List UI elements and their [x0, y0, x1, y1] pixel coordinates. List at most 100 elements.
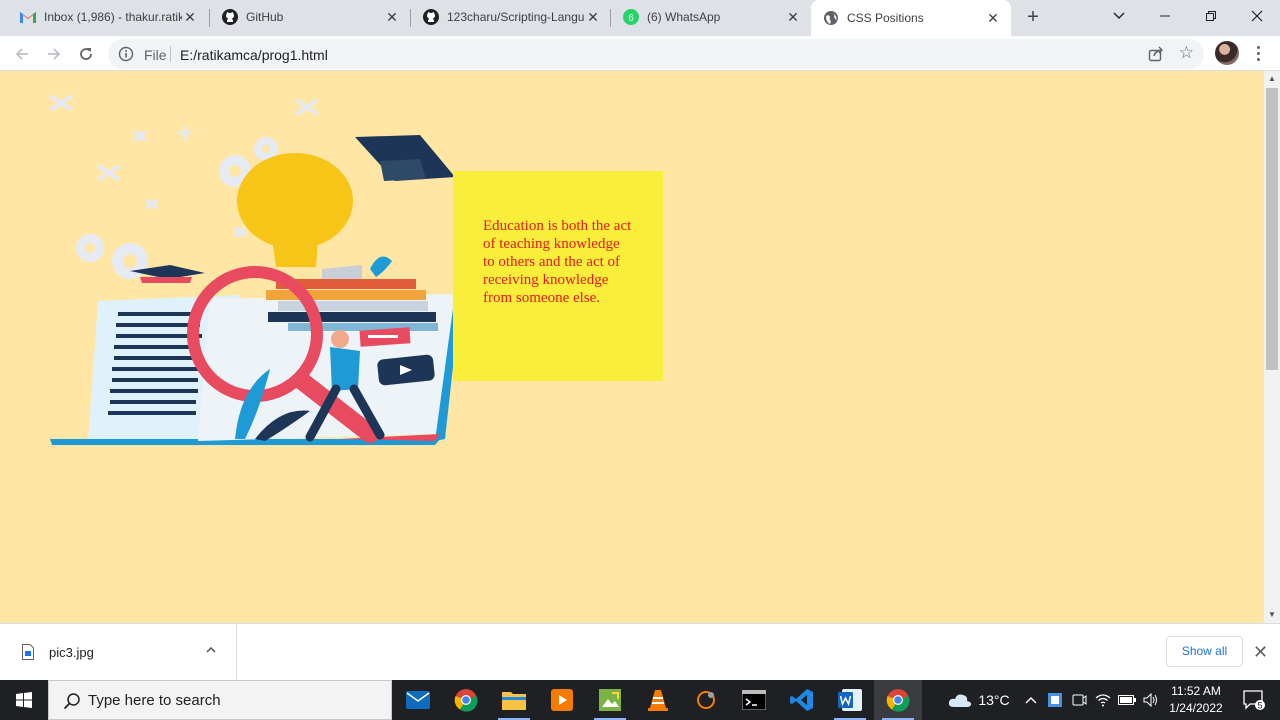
- scroll-up-arrow-icon[interactable]: ▲: [1264, 71, 1280, 87]
- address-bar[interactable]: File E:/ratikamca/prog1.html ☆: [108, 39, 1204, 69]
- vlc-icon: [648, 690, 668, 711]
- vertical-scrollbar[interactable]: ▲ ▼: [1264, 71, 1280, 623]
- search-icon: [63, 692, 81, 713]
- weather-temperature: 13°C: [978, 692, 1010, 708]
- scroll-down-arrow-icon[interactable]: ▼: [1264, 607, 1280, 623]
- taskbar-chrome-active[interactable]: [874, 680, 922, 720]
- download-shelf: pic3.jpg Show all ✕: [0, 623, 1280, 680]
- notification-center-button[interactable]: 5: [1234, 680, 1274, 720]
- reload-icon: [80, 48, 92, 60]
- start-button[interactable]: [0, 680, 48, 720]
- taskbar-gallery[interactable]: [586, 680, 634, 720]
- cloud-icon: [949, 694, 972, 707]
- taskbar-file-explorer[interactable]: [490, 680, 538, 720]
- arrow-right-icon: [48, 48, 61, 60]
- tab-gmail[interactable]: Inbox (1,986) - thakur.ratik ✕: [8, 0, 208, 34]
- search-placeholder: Type here to search: [88, 692, 221, 709]
- meet-icon[interactable]: [1068, 680, 1090, 720]
- tab-whatsapp[interactable]: 6 (6) WhatsApp ✕: [611, 0, 811, 34]
- tab-github[interactable]: GitHub ✕: [210, 0, 410, 34]
- chevron-up-icon[interactable]: [205, 644, 217, 659]
- taskbar-terminal[interactable]: [730, 680, 778, 720]
- close-window-button[interactable]: [1234, 0, 1280, 32]
- taskbar-vscode[interactable]: [778, 680, 826, 720]
- info-icon[interactable]: [118, 46, 134, 65]
- minimize-icon: [1160, 15, 1170, 17]
- close-icon[interactable]: ✕: [585, 9, 601, 25]
- share-icon[interactable]: [1148, 46, 1164, 65]
- vscode-icon: [790, 689, 813, 711]
- windows-icon: [16, 692, 32, 708]
- arrow-left-icon: [15, 48, 28, 60]
- download-item[interactable]: pic3.jpg: [0, 624, 237, 680]
- weather-widget[interactable]: 13°C: [944, 680, 1014, 720]
- notification-count: 5: [1257, 701, 1262, 711]
- tab-search-button[interactable]: [1096, 0, 1142, 32]
- battery-icon[interactable]: [1116, 680, 1138, 720]
- reload-button[interactable]: [72, 40, 100, 68]
- taskbar-mail[interactable]: [394, 680, 442, 720]
- circle-arrow-icon: [697, 691, 715, 709]
- close-icon[interactable]: ✕: [1253, 642, 1268, 662]
- github-icon: [423, 9, 439, 25]
- minimize-button[interactable]: [1142, 0, 1188, 32]
- new-tab-button[interactable]: +: [1021, 6, 1045, 30]
- tab-repository[interactable]: 123charu/Scripting-Langu ✕: [411, 0, 611, 34]
- tab-css-positions[interactable]: CSS Positions ✕: [811, 0, 1011, 36]
- chevron-up-icon[interactable]: [1022, 680, 1040, 720]
- chrome-icon: [454, 689, 478, 712]
- taskbar-clock[interactable]: 11:52 AM 1/24/2022: [1162, 683, 1230, 717]
- scrollbar-thumb[interactable]: [1266, 88, 1278, 370]
- globe-icon: [823, 10, 839, 26]
- back-button[interactable]: [8, 40, 36, 68]
- show-all-button[interactable]: Show all: [1166, 636, 1243, 667]
- taskbar-media-player[interactable]: [538, 680, 586, 720]
- whatsapp-icon: 6: [623, 9, 639, 25]
- browser-toolbar: File E:/ratikamca/prog1.html ☆: [0, 36, 1280, 71]
- taskbar-vlc[interactable]: [634, 680, 682, 720]
- close-icon[interactable]: ✕: [785, 9, 801, 25]
- wifi-icon[interactable]: [1092, 680, 1114, 720]
- word-icon: [838, 689, 862, 711]
- tab-title: CSS Positions: [847, 11, 924, 25]
- profile-avatar[interactable]: [1215, 41, 1239, 65]
- close-icon: [1251, 10, 1263, 22]
- education-illustration: [50, 95, 460, 445]
- media-player-icon: [551, 689, 573, 711]
- bookmark-star-icon[interactable]: ☆: [1179, 44, 1194, 62]
- restore-icon: [1206, 11, 1216, 21]
- file-icon: [22, 644, 34, 663]
- education-paragraph: Education is both the act of teaching kn…: [483, 218, 632, 306]
- text-box: Education is both the act of teaching kn…: [453, 171, 663, 381]
- gmail-icon: [20, 9, 36, 25]
- tab-title: 123charu/Scripting-Langu: [447, 10, 585, 24]
- page-viewport: Education is both the act of teaching kn…: [0, 71, 1264, 623]
- image-editor-icon: [599, 689, 621, 711]
- close-icon[interactable]: ✕: [384, 9, 400, 25]
- chevron-down-icon: [1113, 12, 1125, 19]
- windows-taskbar: Type here to search 13°C 11:52 AM 1/24/2…: [0, 680, 1280, 720]
- browser-menu-button[interactable]: [1250, 43, 1266, 63]
- restore-button[interactable]: [1188, 0, 1234, 32]
- url-text[interactable]: E:/ratikamca/prog1.html: [180, 47, 328, 63]
- network-adapter-icon[interactable]: [1044, 680, 1066, 720]
- forward-button[interactable]: [40, 40, 68, 68]
- terminal-icon: [742, 690, 766, 710]
- taskbar-search-box[interactable]: Type here to search: [48, 680, 392, 720]
- taskbar-chrome[interactable]: [442, 680, 490, 720]
- taskbar-app[interactable]: [682, 680, 730, 720]
- github-icon: [222, 9, 238, 25]
- taskbar-word[interactable]: [826, 680, 874, 720]
- tab-title: Inbox (1,986) - thakur.ratik: [44, 10, 182, 24]
- clock-time: 11:52 AM: [1171, 684, 1221, 698]
- folder-icon: [502, 692, 526, 710]
- omnibox-divider: [170, 46, 171, 62]
- download-file-name: pic3.jpg: [49, 645, 94, 660]
- close-icon[interactable]: ✕: [182, 9, 198, 25]
- whatsapp-badge: 6: [628, 13, 634, 24]
- tab-title: (6) WhatsApp: [647, 10, 721, 24]
- scheme-label: File: [144, 47, 167, 63]
- volume-icon[interactable]: [1140, 680, 1162, 720]
- tab-title: GitHub: [246, 10, 284, 24]
- close-icon[interactable]: ✕: [985, 10, 1001, 26]
